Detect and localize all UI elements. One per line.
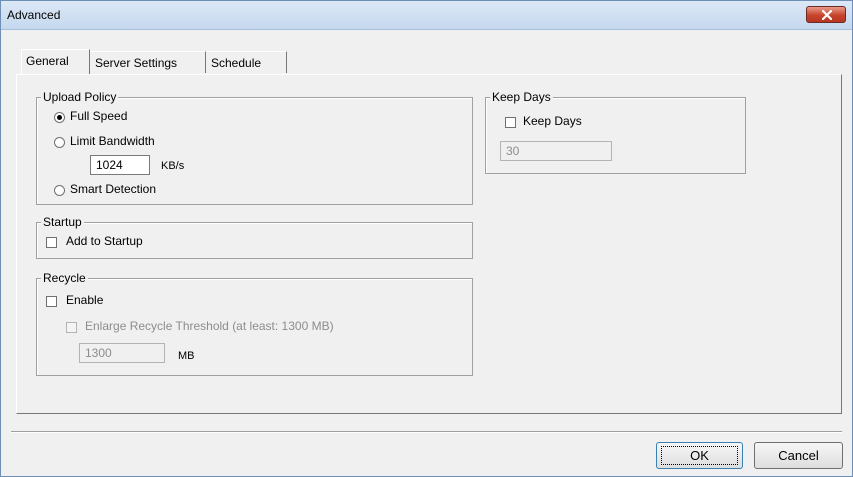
- bandwidth-unit: KB/s: [161, 160, 185, 172]
- add-to-startup-label[interactable]: Add to Startup: [66, 234, 143, 248]
- limit-bandwidth-label[interactable]: Limit Bandwidth: [70, 134, 155, 148]
- title-bar: Advanced: [1, 1, 852, 30]
- keep-days-label[interactable]: Keep Days: [523, 114, 582, 128]
- add-to-startup-checkbox[interactable]: [46, 237, 57, 248]
- tab-general-label: General: [26, 54, 69, 68]
- ok-focus-rect: [661, 446, 738, 465]
- keep-days-legend: Keep Days: [490, 89, 553, 105]
- tab-schedule-label: Schedule: [211, 56, 262, 70]
- recycle-enable-checkbox[interactable]: [46, 296, 57, 307]
- enlarge-threshold-label: Enlarge Recycle Threshold (at least: 130…: [85, 319, 334, 333]
- close-button[interactable]: [806, 6, 846, 23]
- enlarge-threshold-checkbox: [66, 322, 77, 333]
- tab-server-settings-label: Server Settings: [95, 56, 178, 70]
- close-icon: [822, 10, 832, 20]
- smart-detection-label[interactable]: Smart Detection: [70, 182, 156, 196]
- keep-days-checkbox[interactable]: [505, 117, 516, 128]
- tab-general[interactable]: General: [21, 49, 90, 74]
- ok-button[interactable]: OK: [656, 442, 743, 469]
- bandwidth-input[interactable]: 1024: [90, 155, 150, 175]
- recycle-enable-label[interactable]: Enable: [66, 293, 103, 307]
- recycle-threshold-input: 1300: [79, 343, 165, 363]
- keep-days-group: Keep Days Keep Days 30: [485, 89, 746, 174]
- limit-bandwidth-radio[interactable]: [54, 137, 65, 148]
- smart-detection-radio[interactable]: [54, 185, 65, 196]
- recycle-group: Recycle Enable Enlarge Recycle Threshold…: [36, 270, 473, 376]
- upload-policy-group: Upload Policy Full Speed Limit Bandwidth…: [36, 89, 473, 205]
- cancel-button[interactable]: Cancel: [754, 442, 843, 469]
- button-separator: [11, 431, 842, 433]
- recycle-legend: Recycle: [41, 270, 88, 286]
- startup-group: Startup Add to Startup: [36, 214, 473, 259]
- tab-schedule[interactable]: Schedule: [207, 51, 287, 73]
- startup-legend: Startup: [41, 214, 84, 230]
- cancel-button-label: Cancel: [778, 448, 819, 463]
- full-speed-radio[interactable]: [54, 112, 65, 123]
- upload-policy-legend: Upload Policy: [41, 89, 119, 105]
- keep-days-input: 30: [500, 141, 612, 161]
- full-speed-label[interactable]: Full Speed: [70, 109, 127, 123]
- recycle-threshold-unit: MB: [178, 350, 195, 362]
- tab-server-settings[interactable]: Server Settings: [91, 51, 206, 73]
- window-title: Advanced: [7, 8, 61, 22]
- advanced-dialog: Advanced General Server Settings Schedul…: [0, 0, 853, 477]
